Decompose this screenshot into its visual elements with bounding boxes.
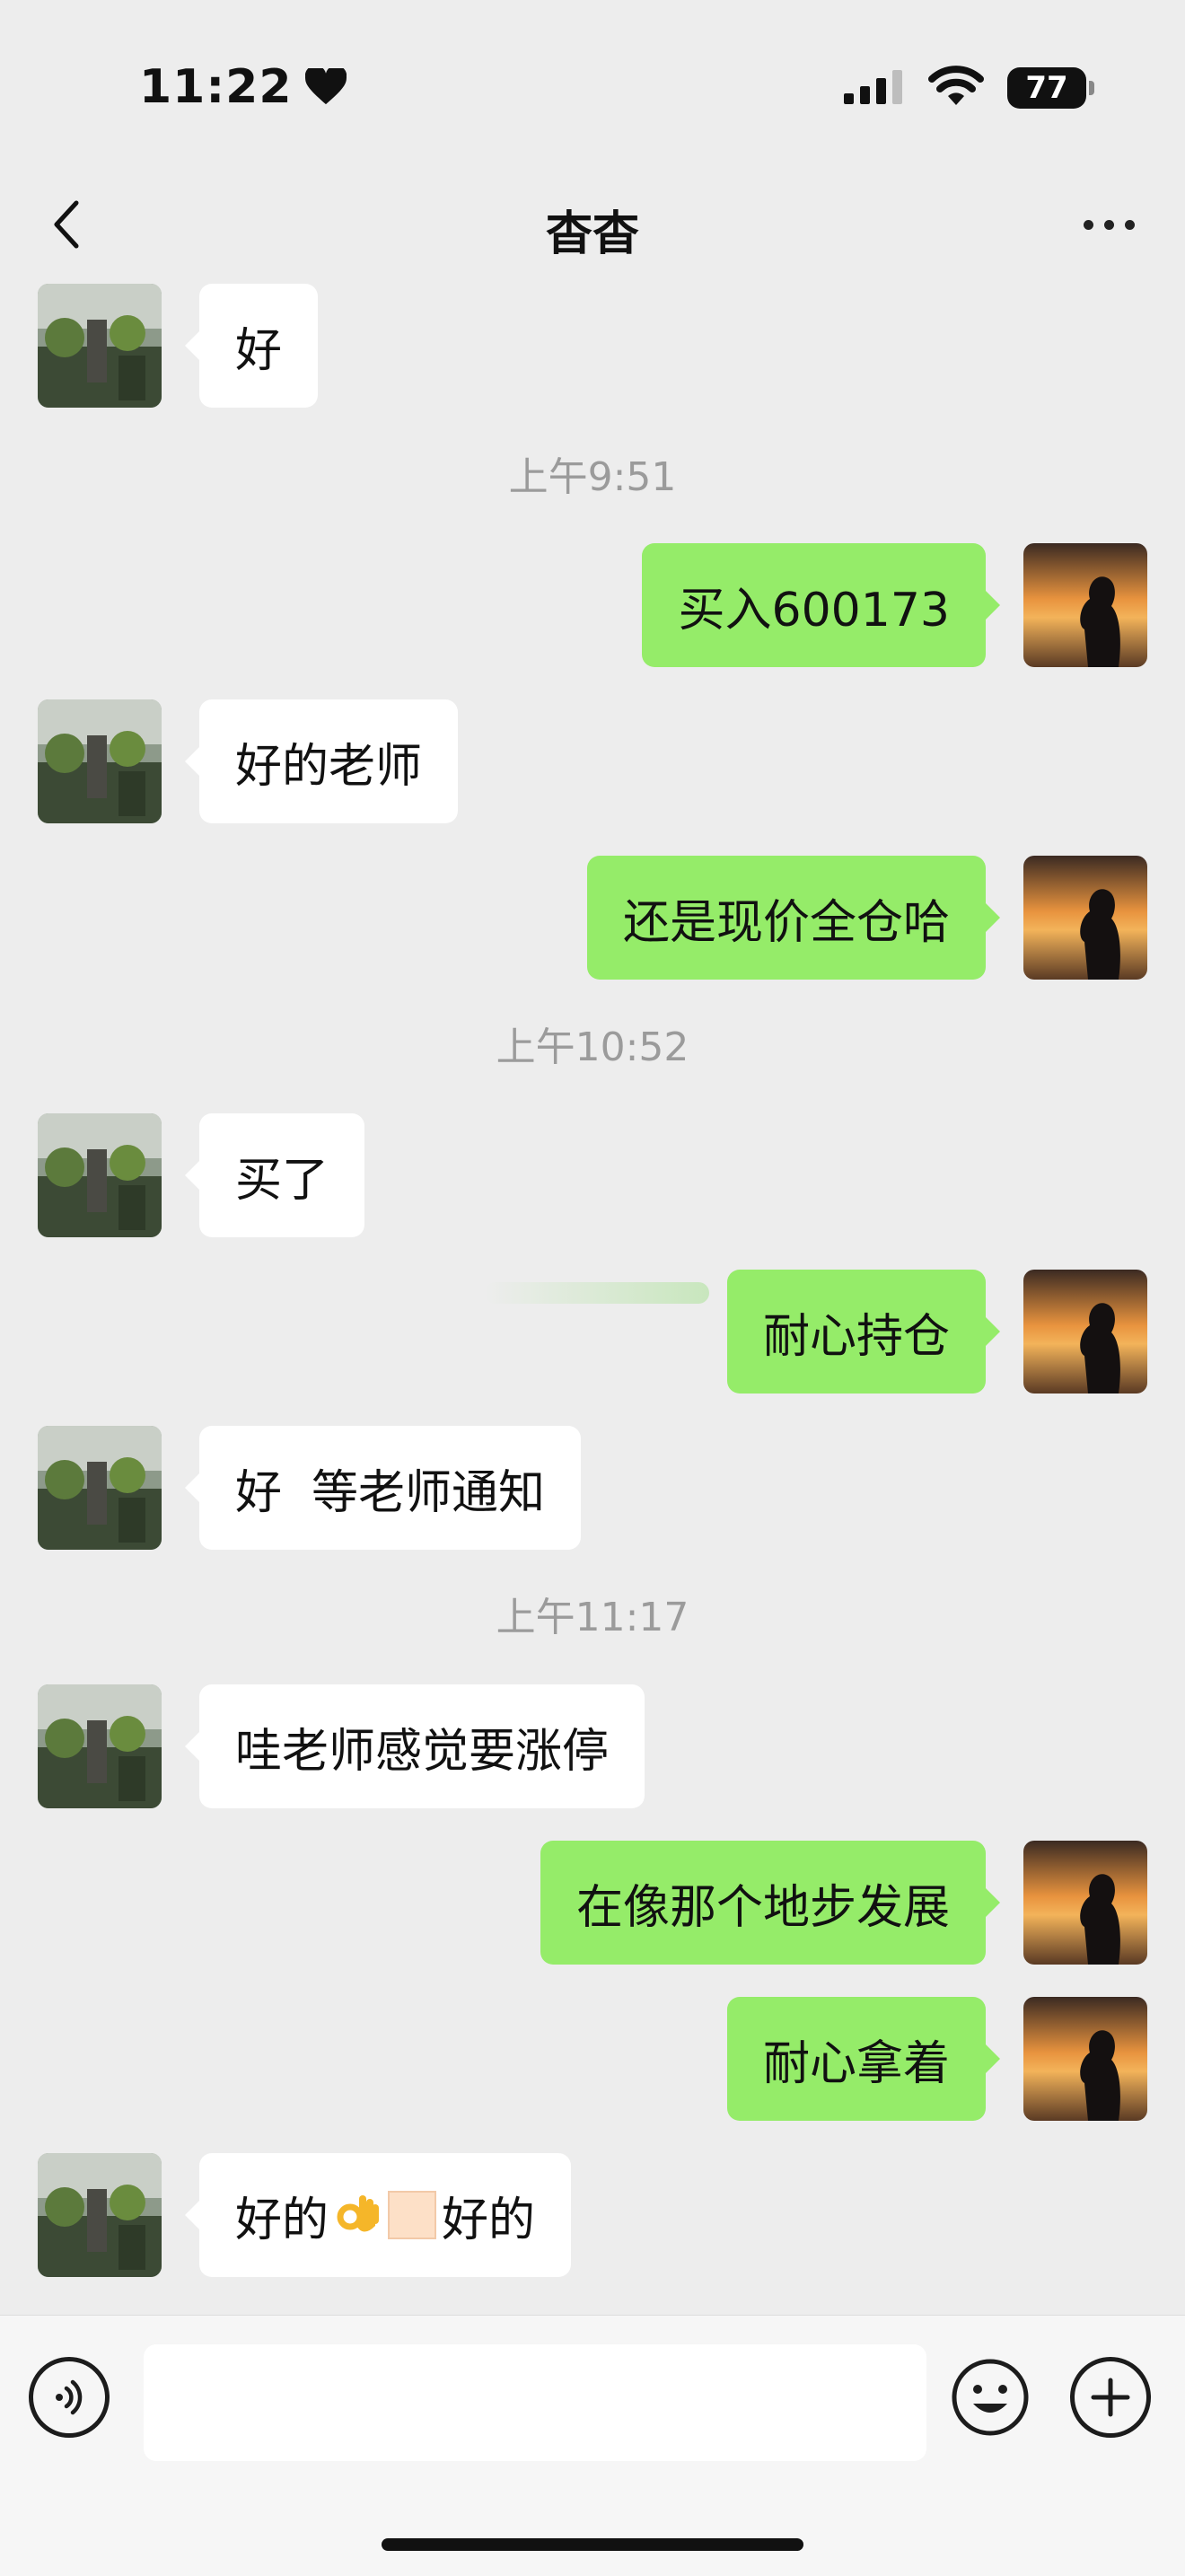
message-text: 好的老师 (235, 739, 423, 794)
message-text: 耐心持仓 (762, 1309, 950, 1364)
my-avatar[interactable] (1023, 1841, 1147, 1965)
emoji-icon (952, 2359, 1029, 2436)
contact-avatar[interactable] (38, 284, 162, 408)
message-bubble[interactable]: 耐心拿着 (726, 1997, 1001, 2121)
emoji-button[interactable] (950, 2357, 1031, 2438)
message-incoming: 好的 好的 (0, 2153, 1185, 2277)
missing-emoji-icon (388, 2191, 437, 2239)
message-incoming: 好的老师 (0, 699, 1185, 823)
message-incoming: 买了 (0, 1113, 1185, 1237)
message-text: 在像那个地步发展 (575, 1880, 950, 1935)
message-text: 好的 (235, 2193, 329, 2247)
message-text: 好 (235, 323, 283, 378)
message-outgoing: 耐心持仓 (0, 1270, 1185, 1394)
contact-avatar[interactable] (38, 2153, 162, 2277)
message-timestamp: 上午10:52 (496, 1024, 689, 1070)
contact-avatar[interactable] (38, 699, 162, 823)
my-avatar[interactable] (1023, 856, 1147, 980)
contact-avatar[interactable] (38, 1113, 162, 1237)
message-text: 买入600173 (678, 583, 950, 637)
message-incoming: 好 等老师通知 (0, 1426, 1185, 1550)
message-bubble[interactable]: 还是现价全仓哈 (586, 856, 1001, 980)
voice-icon (56, 2379, 83, 2415)
plus-icon (1091, 2378, 1130, 2417)
message-bubble[interactable]: 买入600173 (642, 543, 1000, 667)
message-text: 好 等老师通知 (235, 1465, 546, 1520)
message-text: 买了 (235, 1153, 329, 1208)
message-bubble[interactable]: 好的老师 (184, 699, 459, 823)
message-text: 哇老师感觉要涨停 (235, 1724, 610, 1779)
message-input[interactable] (144, 2344, 926, 2461)
ok-hand-icon (332, 2190, 382, 2240)
message-timestamp: 上午9:51 (508, 454, 677, 500)
message-bubble[interactable]: 好的 好的 (184, 2153, 572, 2277)
message-text: 还是现价全仓哈 (622, 895, 950, 950)
message-outgoing: 买入600173 (0, 543, 1185, 667)
message-bubble[interactable]: 买了 (184, 1113, 365, 1237)
message-bubble[interactable]: 好 等老师通知 (184, 1426, 582, 1550)
my-avatar[interactable] (1023, 1270, 1147, 1394)
message-timestamp: 上午11:17 (496, 1595, 689, 1640)
message-bubble[interactable]: 在像那个地步发展 (540, 1841, 1001, 1965)
contact-avatar[interactable] (38, 1426, 162, 1550)
chat-area[interactable]: 好 上午9:51 买入600173 好的老师 还是现价全仓哈 上午10:52 买… (0, 0, 1185, 2317)
my-avatar[interactable] (1023, 543, 1147, 667)
message-text: 耐心拿着 (762, 2036, 950, 2091)
more-actions-button[interactable] (1070, 2357, 1151, 2438)
message-incoming: 哇老师感觉要涨停 (0, 1684, 1185, 1808)
message-text: 好的 (442, 2193, 536, 2247)
message-outgoing: 在像那个地步发展 (0, 1841, 1185, 1965)
message-outgoing: 还是现价全仓哈 (0, 856, 1185, 980)
input-bar (0, 2315, 1185, 2576)
message-bubble[interactable]: 好 (184, 284, 319, 408)
home-indicator[interactable] (382, 2538, 803, 2551)
voice-input-button[interactable] (29, 2357, 110, 2438)
message-bubble[interactable]: 耐心持仓 (726, 1270, 1001, 1394)
message-bubble[interactable]: 哇老师感觉要涨停 (184, 1684, 645, 1808)
my-avatar[interactable] (1023, 1997, 1147, 2121)
contact-avatar[interactable] (38, 1684, 162, 1808)
message-outgoing: 耐心拿着 (0, 1997, 1185, 2121)
message-incoming: 好 (0, 284, 1185, 408)
